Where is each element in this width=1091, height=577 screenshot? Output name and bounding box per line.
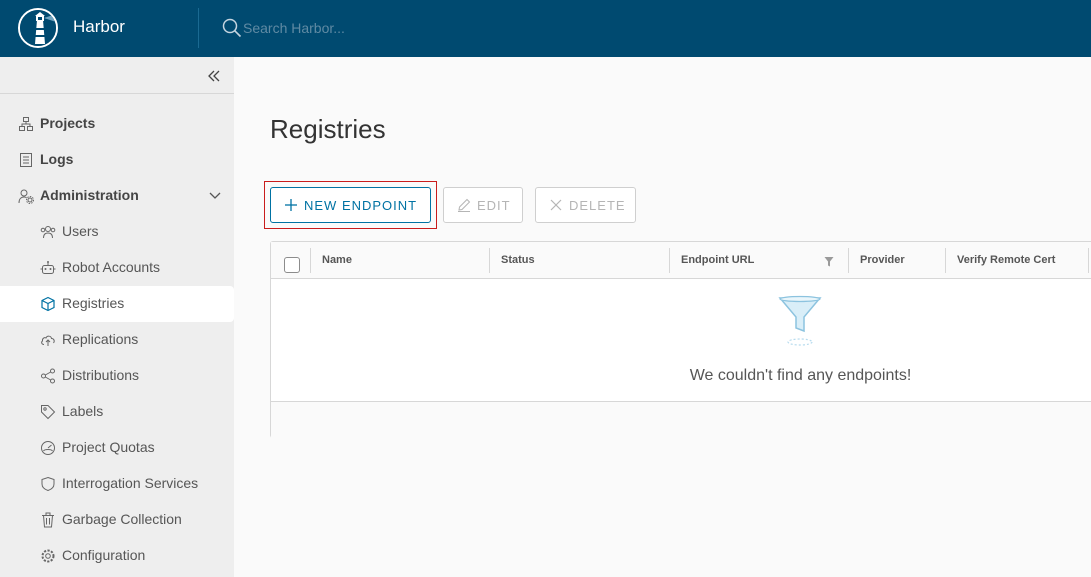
datagrid-header: Name Status Endpoint URL Provider Verify… xyxy=(271,242,1091,279)
pencil-icon xyxy=(458,198,471,212)
sidebar-item-label: Administration xyxy=(40,187,139,203)
brand-name[interactable]: Harbor xyxy=(73,17,125,37)
trash-icon xyxy=(42,512,54,528)
empty-message: We couldn't find any endpoints! xyxy=(689,367,912,384)
edit-button[interactable]: EDIT xyxy=(443,187,523,223)
replications-icon xyxy=(41,335,55,346)
sidebar-item-project-quotas[interactable]: Project Quotas xyxy=(0,430,234,466)
sidebar-item-label: Project Quotas xyxy=(62,439,155,455)
edit-label: EDIT xyxy=(477,197,511,213)
sidebar-item-label: Projects xyxy=(40,115,96,131)
sidebar-item-configuration[interactable]: Configuration xyxy=(0,538,234,574)
sidebar-item-label: Interrogation Services xyxy=(62,475,199,491)
search-input[interactable] xyxy=(243,17,543,39)
gear-icon xyxy=(41,549,55,563)
filter-icon[interactable] xyxy=(824,256,834,268)
app-header: Harbor xyxy=(0,0,1091,57)
projects-icon xyxy=(19,117,33,131)
select-all-checkbox[interactable] xyxy=(284,257,300,273)
empty-filter-icon xyxy=(778,295,822,346)
column-separator[interactable] xyxy=(489,248,490,273)
sidebar-item-logs[interactable]: Logs xyxy=(0,142,234,178)
column-header-provider[interactable]: Provider xyxy=(860,254,905,266)
endpoints-datagrid: Name Status Endpoint URL Provider Verify… xyxy=(270,241,1091,438)
new-endpoint-button[interactable]: NEW ENDPOINT xyxy=(270,187,431,223)
plus-icon xyxy=(285,199,297,211)
new-endpoint-label: NEW ENDPOINT xyxy=(304,197,418,213)
sidebar-item-label: Distributions xyxy=(62,367,140,383)
column-separator[interactable] xyxy=(945,248,946,273)
column-separator[interactable] xyxy=(848,248,849,273)
column-header-status[interactable]: Status xyxy=(501,254,535,266)
page-title: Registries xyxy=(270,114,386,144)
sidebar-item-users[interactable]: Users xyxy=(0,214,234,250)
sidebar-item-label: Logs xyxy=(40,151,74,167)
sidebar: Projects Logs Administration Users Robot… xyxy=(0,57,234,577)
sidebar-item-administration[interactable]: Administration xyxy=(0,178,234,214)
sidebar-item-label: Registries xyxy=(62,295,125,311)
close-icon xyxy=(550,199,562,211)
column-separator[interactable] xyxy=(310,248,311,273)
search-icon[interactable] xyxy=(222,18,242,38)
sidebar-item-label: Labels xyxy=(62,403,104,419)
sidebar-item-projects[interactable]: Projects xyxy=(0,106,234,142)
sidebar-item-garbage-collection[interactable]: Garbage Collection xyxy=(0,502,234,538)
labels-icon xyxy=(41,405,56,420)
column-header-endpoint-url[interactable]: Endpoint URL xyxy=(681,254,754,266)
sidebar-item-registries[interactable]: Registries xyxy=(0,286,234,322)
sidebar-item-label: Users xyxy=(62,223,99,239)
registries-icon xyxy=(41,296,55,312)
sidebar-item-distributions[interactable]: Distributions xyxy=(0,358,234,394)
datagrid-empty-state: We couldn't find any endpoints! xyxy=(271,279,1091,401)
sidebar-item-labels[interactable]: Labels xyxy=(0,394,234,430)
column-header-name[interactable]: Name xyxy=(322,254,352,266)
double-chevron-left-icon[interactable] xyxy=(206,68,222,84)
administration-icon xyxy=(18,189,34,204)
quotas-icon xyxy=(41,441,55,455)
sidebar-item-replications[interactable]: Replications xyxy=(0,322,234,358)
logs-icon xyxy=(20,153,32,167)
datagrid-footer xyxy=(271,401,1091,438)
delete-label: DELETE xyxy=(569,197,626,213)
sidebar-item-interrogation-services[interactable]: Interrogation Services xyxy=(0,466,234,502)
sidebar-item-label: Robot Accounts xyxy=(62,259,161,275)
sidebar-collapse-button[interactable] xyxy=(0,57,234,94)
distributions-icon xyxy=(41,368,55,384)
robot-icon xyxy=(40,261,56,274)
column-header-verify-remote-cert[interactable]: Verify Remote Cert xyxy=(957,254,1055,266)
column-separator[interactable] xyxy=(1088,248,1089,273)
column-separator[interactable] xyxy=(669,248,670,273)
chevron-down-icon[interactable] xyxy=(209,191,221,201)
sidebar-item-label: Garbage Collection xyxy=(62,511,182,527)
sidebar-item-robot-accounts[interactable]: Robot Accounts xyxy=(0,250,234,286)
sidebar-item-label: Configuration xyxy=(62,547,146,563)
delete-button[interactable]: DELETE xyxy=(535,187,636,223)
harbor-logo[interactable] xyxy=(18,8,58,48)
sidebar-item-label: Replications xyxy=(62,331,139,347)
interrogation-icon xyxy=(41,476,55,492)
users-icon xyxy=(40,226,56,239)
header-divider xyxy=(198,8,199,48)
